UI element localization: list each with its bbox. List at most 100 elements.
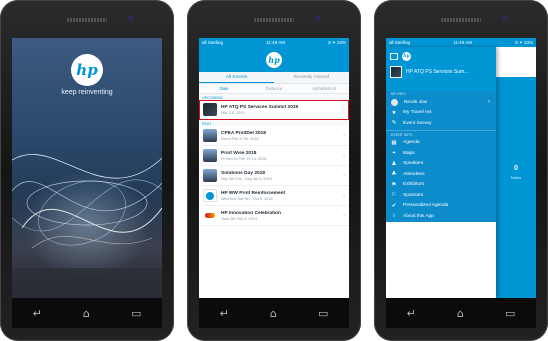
menu-item-maps[interactable]: ⌖ Maps (386, 148, 496, 159)
current-event-name: HP ATQ PS Services Sum... (406, 69, 469, 75)
android-nav-bar: ↵ ⌂ ▭ (386, 298, 536, 328)
event-title: CPEA PrintDel 2018 (221, 130, 266, 136)
phone-events: all Sterling 11:49 AM 8 ✦ 23% hp All Eve… (187, 0, 361, 341)
drawer-menu: MY INFO Nicole Jow › ★ My Travel Ins ✎ E… (386, 91, 496, 222)
events-screen: all Sterling 11:49 AM 8 ✦ 23% hp All Eve… (199, 38, 349, 298)
sort-alphabetical[interactable]: Alphabetical (299, 84, 349, 93)
recents-icon[interactable]: ▭ (131, 307, 141, 320)
android-nav-bar: ↵ ⌂ ▭ (199, 298, 349, 328)
home-icon[interactable]: ⌂ (83, 307, 90, 320)
app-header: hp (199, 47, 349, 72)
event-thumbnail (203, 129, 217, 142)
chevron-right-icon: › (343, 212, 345, 219)
hp-logo: hp (402, 51, 411, 61)
event-title: Solutions Day 2018 (221, 170, 265, 176)
event-thumbnail (203, 103, 217, 116)
back-icon[interactable]: ↵ (33, 307, 42, 320)
event-tabs: All Events Recently Viewed (199, 72, 349, 84)
event-thumbnail (203, 169, 217, 182)
menu-item-attendees[interactable]: ♣ Attendees (386, 169, 496, 180)
front-camera (502, 15, 508, 21)
speaker-grille (254, 18, 294, 22)
speaker-icon: ♟ (391, 160, 397, 167)
navigation-drawer: hp HP ATQ PS Services Sum... MY INFO Nic… (386, 47, 496, 298)
event-thumbnail (203, 209, 217, 222)
phone-menu: all Sterling 11:49 AM 8 ✦ 23% 0 Notes hp… (374, 0, 548, 341)
calendar-icon: ▦ (391, 139, 397, 146)
home-icon[interactable]: ⌂ (270, 307, 277, 320)
menu-item-speakers[interactable]: ♟ Speakers (386, 159, 496, 170)
menu-item-about[interactable]: i About this App (386, 211, 496, 222)
chevron-right-icon: › (343, 152, 345, 159)
chevron-right-icon: › (343, 192, 345, 199)
event-title: HP WW Print Reinforcement (221, 190, 286, 196)
avatar (391, 98, 398, 106)
event-date: Fri Nov to Feb 19-14, 2018 (221, 156, 267, 161)
hp-logo: hp (266, 51, 282, 68)
android-nav-bar: ↵ ⌂ ▭ (12, 298, 162, 328)
star-icon: ★ (391, 109, 397, 116)
info-icon: i (393, 213, 395, 220)
sort-date[interactable]: Date (199, 84, 249, 93)
divider (386, 129, 496, 131)
events-list-icon[interactable] (390, 52, 398, 60)
event-date: Sep 3th Feb - Sep 4th 5, 2018 (221, 176, 272, 181)
status-bar: all Sterling 11:49 AM 8 ✦ 23% (386, 38, 536, 47)
event-title: HP ATQ PS Services Summit 2019 (221, 104, 299, 110)
sort-distance[interactable]: Distance (249, 84, 299, 93)
event-title: HP Innovation Celebration (221, 210, 281, 216)
notes-count: 0 (514, 165, 518, 172)
event-date: Event Feb 3-7th, 2018 (221, 136, 259, 141)
light-trails-graphic (12, 154, 162, 298)
event-title: Print Wise 2018 (221, 150, 257, 156)
event-thumbnail (390, 66, 402, 78)
home-icon[interactable]: ⌂ (457, 307, 464, 320)
menu-item-survey[interactable]: ✎ Event Survey (386, 118, 496, 129)
back-icon[interactable]: ↵ (220, 307, 229, 320)
front-camera (315, 15, 321, 21)
event-row[interactable]: CPEA PrintDel 2018 Event Feb 3-7th, 2018… (199, 126, 349, 146)
chevron-right-icon: › (343, 172, 345, 179)
chevron-right-icon: › (488, 99, 490, 106)
menu-item-travel[interactable]: ★ My Travel Ins (386, 108, 496, 119)
drawer-header: hp HP ATQ PS Services Sum... (386, 47, 496, 91)
back-icon[interactable]: ↵ (407, 307, 416, 320)
event-date: Mar 4-8, 2019 (221, 110, 245, 115)
event-date: Wed Nov Sat 9th - Oct 9, 2018 (221, 196, 273, 201)
sort-tabs: Date Distance Alphabetical (199, 84, 349, 94)
event-row[interactable]: HP Innovation Celebration Tues 5th Feb 4… (199, 206, 349, 226)
chevron-right-icon: › (343, 132, 345, 139)
tagline: keep reinventing (61, 89, 113, 96)
speaker-grille (441, 18, 481, 22)
menu-item-sponsors[interactable]: ⚐ Sponsors (386, 190, 496, 201)
notes-panel[interactable]: 0 Notes (496, 47, 536, 298)
recents-icon[interactable]: ▭ (318, 307, 328, 320)
status-bar: all Sterling 11:49 AM 8 ✦ 23% (199, 38, 349, 47)
front-camera (128, 15, 134, 21)
event-row-upcoming[interactable]: HP ATQ PS Services Summit 2019 Mar 4-8, … (199, 100, 349, 120)
menu-item-profile[interactable]: Nicole Jow › (386, 97, 496, 108)
event-row[interactable]: Solutions Day 2018 Sep 3th Feb - Sep 4th… (199, 166, 349, 186)
hp-logo: hp (71, 54, 103, 86)
menu-item-exhibitors[interactable]: ⚑ Exhibitors (386, 180, 496, 191)
tab-recently-viewed[interactable]: Recently Viewed (274, 72, 349, 83)
menu-item-agenda[interactable]: ▦ Agenda (386, 138, 496, 149)
flag-outline-icon: ⚐ (391, 192, 397, 199)
menu-item-personalized-agenda[interactable]: ✔ Personalized Agenda (386, 201, 496, 212)
event-row[interactable]: HP WW Print Reinforcement Wed Nov Sat 9t… (199, 186, 349, 206)
notes-label: Notes (510, 175, 522, 180)
speaker-grille (67, 18, 107, 22)
map-pin-icon: ⌖ (392, 149, 396, 156)
people-icon: ♣ (391, 171, 397, 178)
pencil-icon: ✎ (391, 120, 397, 127)
check-icon: ✔ (391, 202, 397, 209)
event-thumbnail (203, 189, 217, 202)
event-thumbnail (203, 149, 217, 162)
event-date: Tues 5th Feb 4, 2019 (221, 216, 257, 221)
event-row[interactable]: Print Wise 2018 Fri Nov to Feb 19-14, 20… (199, 146, 349, 166)
recents-icon[interactable]: ▭ (505, 307, 515, 320)
chevron-right-icon: › (343, 106, 345, 113)
menu-screen: all Sterling 11:49 AM 8 ✦ 23% 0 Notes hp… (386, 38, 536, 298)
tab-all-events[interactable]: All Events (199, 72, 274, 83)
flag-icon: ⚑ (391, 181, 397, 188)
